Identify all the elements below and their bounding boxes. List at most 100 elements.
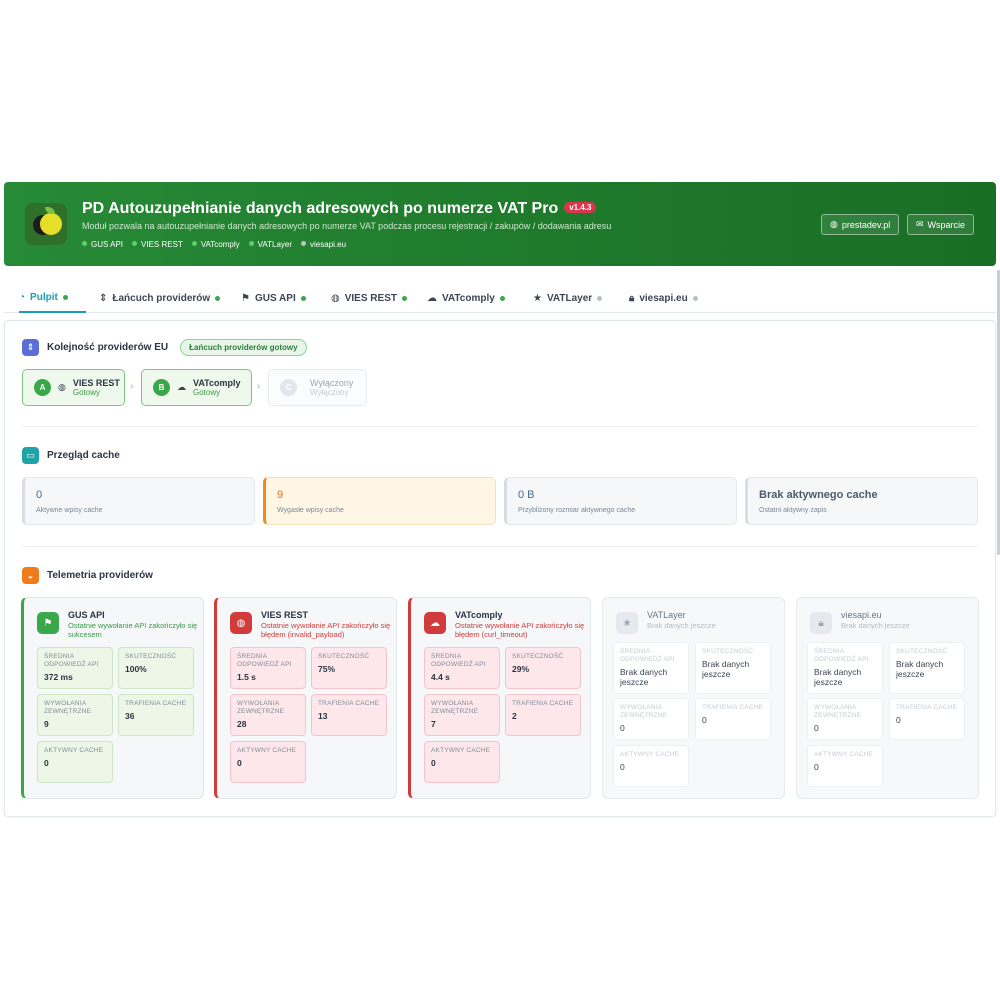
metric-cache-hits: Trafienia cache 0 [695, 698, 771, 740]
provider-message: Brak danych jeszcze [647, 621, 716, 630]
status-dot [692, 295, 698, 301]
metric-success: Skuteczność 29% [505, 647, 581, 689]
header-provider-vies: VIES REST [132, 240, 183, 249]
metric-avg-response: Średnia odpowiedź API 1.5 s [230, 647, 306, 689]
cache-card-active: 0 Aktywne wpisy cache [22, 477, 255, 525]
provider-name: viesapi.eu [841, 610, 882, 620]
chain-item-c[interactable]: C Wyłączony Wyłączony [268, 369, 367, 406]
metric-external-calls: Wywołania zewnętrzne 9 [37, 694, 113, 736]
status-dot [499, 295, 505, 301]
star-icon: ★ [616, 612, 638, 634]
globe-icon: ◍ [58, 382, 66, 392]
metric-active-cache: Aktywny cache 0 [37, 741, 113, 783]
header-provider-vatlayer: VATLayer [248, 240, 292, 249]
metric-avg-response: Średnia odpowiedź API Brak danych jeszcz… [613, 642, 689, 694]
metric-active-cache: Aktywny cache 0 [613, 745, 689, 787]
metric-active-cache: Aktywny cache 0 [230, 741, 306, 783]
tab-vies-rest[interactable]: ◍ VIES REST [331, 283, 407, 313]
cache-card-last-write: Brak aktywnego cache Ostatni aktywny zap… [745, 477, 978, 525]
provider-name: VIES REST [261, 610, 309, 620]
module-title: PD Autouzupełnianie danych adresowych po… [82, 200, 597, 218]
telemetry-card-viesapi: 🔒︎ viesapi.eu Brak danych jeszcze Średni… [796, 597, 979, 799]
metric-cache-hits: Trafienia cache 36 [118, 694, 194, 736]
chain-item-status: Gotowy [72, 388, 100, 397]
globe-icon: ◍ [331, 292, 340, 304]
globe-icon: ◍ [830, 219, 838, 229]
cloud-icon: ☁ [177, 382, 186, 392]
tab-provider-chain[interactable]: ⇕ Łańcuch providerów [99, 283, 221, 313]
tab-viesapi[interactable]: 🔒︎ viesapi.eu [629, 283, 698, 313]
provider-name: VATLayer [647, 610, 686, 620]
divider [22, 546, 978, 547]
metric-success: Skuteczność 75% [311, 647, 387, 689]
sort-icon: ⇕ [99, 292, 108, 304]
chain-item-b[interactable]: B ☁ VATcomply Gotowy [141, 369, 252, 406]
cache-value: Brak aktywnego cache [759, 489, 878, 501]
tab-bar: ◔ Pulpit ⇕ Łańcuch providerów ⚑ GUS API … [4, 283, 996, 313]
hard-drive-icon: ▭ [22, 447, 39, 464]
metric-active-cache: Aktywny cache 0 [807, 745, 883, 787]
status-dot [62, 294, 68, 300]
header-provider-viesapi: viesapi.eu [301, 240, 346, 249]
chain-letter: B [153, 379, 170, 396]
chain-item-name: VATcomply [193, 378, 241, 388]
metric-active-cache: Aktywny cache 0 [424, 741, 500, 783]
status-dot [401, 295, 407, 301]
version-badge: v1.4.3 [564, 202, 597, 213]
cache-value: 0 B [518, 489, 535, 501]
header-provider-gus: GUS API [82, 240, 123, 249]
telemetry-card-vatcomply: ☁ VATcomply Ostatnie wywołanie API zakoń… [408, 597, 591, 799]
lock-icon: 🔒︎ [629, 292, 635, 304]
provider-message: Ostatnie wywołanie API zakończyło się bł… [455, 621, 585, 639]
module-description: Moduł pozwala na autouzupełnianie danych… [82, 221, 612, 231]
lock-icon: 🔒︎ [810, 612, 832, 634]
status-dot [300, 295, 306, 301]
sort-icon: ⇕ [22, 339, 39, 356]
tab-vatcomply[interactable]: ☁ VATcomply [427, 283, 505, 313]
module-logo [25, 203, 67, 245]
provider-message: Brak danych jeszcze [841, 621, 910, 630]
flag-icon: ⚑ [37, 612, 59, 634]
provider-message: Ostatnie wywołanie API zakończyło się su… [68, 621, 198, 639]
envelope-icon: ✉ [916, 219, 924, 229]
metric-cache-hits: Trafienia cache 13 [311, 694, 387, 736]
globe-icon: ◍ [230, 612, 252, 634]
telemetry-card-vies-rest: ◍ VIES REST Ostatnie wywołanie API zakoń… [214, 597, 397, 799]
module-header: PD Autouzupełnianie danych adresowych po… [4, 182, 996, 266]
telemetry-section-title: ◒ Telemetria providerów [22, 567, 153, 584]
chevron-right-icon: › [130, 381, 134, 392]
metric-external-calls: Wywołania zewnętrzne 7 [424, 694, 500, 736]
cache-label: Przybliżony rozmiar aktywnego cache [518, 507, 636, 514]
dashboard-panel: ⇕ Kolejność providerów EU Łańcuch provid… [4, 320, 996, 817]
cache-card-size: 0 B Przybliżony rozmiar aktywnego cache [504, 477, 737, 525]
cloud-icon: ☁ [424, 612, 446, 634]
flag-icon: ⚑ [241, 292, 250, 304]
chain-item-name: VIES REST [72, 378, 120, 388]
status-dot [597, 295, 603, 301]
provider-name: GUS API [68, 610, 105, 620]
dashboard-icon: ◔ [19, 291, 26, 303]
cache-section-title: ▭ Przegląd cache [22, 447, 120, 464]
tab-vatlayer[interactable]: ★ VATLayer [533, 283, 603, 313]
chain-item-status: Gotowy [193, 388, 221, 397]
metric-success: Skuteczność Brak danych jeszcze [889, 642, 965, 694]
provider-name: VATcomply [455, 610, 503, 620]
chain-item-a[interactable]: A ◍ VIES REST Gotowy [22, 369, 125, 406]
chevron-right-icon: › [257, 381, 261, 392]
telemetry-card-vatlayer: ★ VATLayer Brak danych jeszcze Średnia o… [602, 597, 785, 799]
tab-dashboard[interactable]: ◔ Pulpit [19, 283, 86, 313]
status-dot [215, 295, 221, 301]
metric-avg-response: Średnia odpowiedź API Brak danych jeszcz… [807, 642, 883, 694]
gauge-icon: ◒ [22, 567, 39, 584]
chain-ready-badge: Łańcuch providerów gotowy [180, 339, 307, 356]
telemetry-card-gus-api: ⚑ GUS API Ostatnie wywołanie API zakończ… [21, 597, 204, 799]
provider-message: Ostatnie wywołanie API zakończyło się bł… [261, 621, 391, 639]
cache-label: Wygasłe wpisy cache [277, 507, 344, 514]
prestadev-link-button[interactable]: ◍ prestadev.pl [821, 214, 900, 235]
metric-cache-hits: Trafienia cache 0 [889, 698, 965, 740]
tab-gus-api[interactable]: ⚑ GUS API [241, 283, 306, 313]
metric-avg-response: Średnia odpowiedź API 372 ms [37, 647, 113, 689]
support-button[interactable]: ✉ Wsparcie [907, 214, 975, 235]
metric-success: Skuteczność 100% [118, 647, 194, 689]
header-provider-vatcomply: VATcomply [191, 240, 240, 249]
